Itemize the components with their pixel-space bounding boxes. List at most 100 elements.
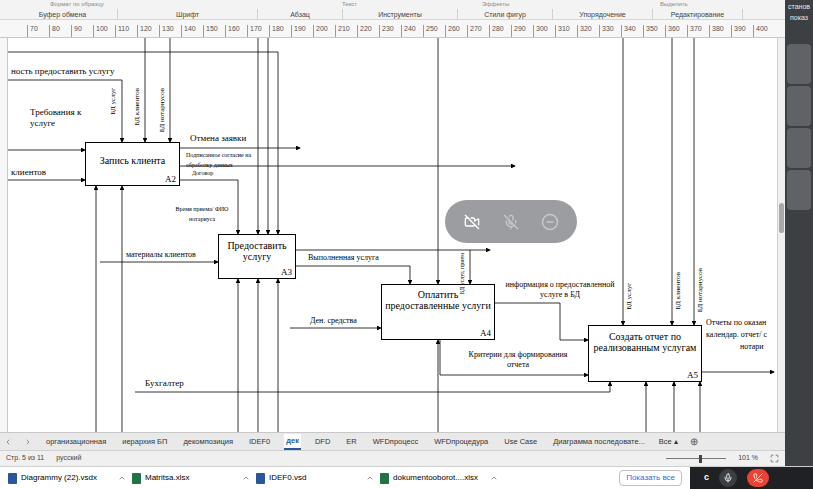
arrow-label[interactable]: Подписанное согласие на обработку данных: [186, 150, 256, 170]
sheet-tab[interactable]: декомпозиция: [181, 435, 235, 449]
arrow-line[interactable]: [8, 150, 85, 151]
ribbon-item[interactable]: Выделить: [660, 0, 740, 9]
arrow-line[interactable]: [268, 38, 269, 234]
all-sheets-button[interactable]: Все ▴: [659, 436, 678, 447]
arrow-label[interactable]: Выполненная услуга: [308, 253, 379, 263]
sheet-tab[interactable]: Use Case: [502, 435, 539, 449]
activity-box[interactable]: Оплатить предоставленные услугиA4: [381, 284, 495, 340]
arrow-line[interactable]: [470, 250, 471, 284]
arrow-line[interactable]: [170, 38, 171, 142]
arrow-line[interactable]: [296, 266, 410, 284]
chevron-icon[interactable]: [366, 474, 374, 482]
sheet-tab[interactable]: дек: [284, 434, 301, 450]
arrow-label[interactable]: Требования к услуге: [30, 107, 102, 129]
page-indicator[interactable]: Стр. 5 из 11: [6, 453, 44, 464]
sheet-tab[interactable]: иерархия БП: [120, 435, 169, 449]
arrow-label[interactable]: Бухгалтер: [145, 378, 184, 388]
arrow-label[interactable]: Отчеты по оказан: [706, 318, 766, 328]
download-item[interactable]: IDEF0.vsd: [256, 472, 374, 484]
arrow-line[interactable]: [96, 186, 97, 432]
arrow-line[interactable]: [145, 38, 146, 142]
arrow-label[interactable]: БД клиентов: [675, 272, 682, 310]
ribbon-item[interactable]: Эффекты: [482, 0, 660, 9]
arrow-line[interactable]: [438, 340, 439, 432]
chevron-icon[interactable]: [490, 474, 498, 482]
chevron-icon[interactable]: [242, 474, 250, 482]
arrow-label[interactable]: Ден. средства: [310, 316, 357, 326]
mic-toggle[interactable]: [497, 208, 525, 236]
sheet-tab[interactable]: ER: [344, 435, 358, 449]
arrow-label[interactable]: материалы клиентов: [126, 250, 196, 260]
arrow-label[interactable]: клиентов: [11, 167, 46, 177]
drawing-canvas[interactable]: Запись клиентаA2Предоставить услугуA3Опл…: [8, 38, 777, 432]
vertical-scrollbar[interactable]: [777, 38, 785, 432]
minimize-button[interactable]: [536, 208, 564, 236]
sheet-tab[interactable]: IDEF0: [247, 435, 272, 449]
arrow-line[interactable]: [258, 38, 259, 234]
sheet-tab[interactable]: организационная: [44, 435, 108, 449]
arrow-label[interactable]: Договор: [192, 168, 213, 178]
arrow-line[interactable]: [623, 38, 624, 325]
fit-page-icon[interactable]: [770, 454, 779, 463]
zoom-slider[interactable]: [666, 455, 726, 463]
arrow-line[interactable]: [694, 38, 695, 325]
zoom-level[interactable]: 101 %: [738, 453, 758, 464]
arrow-line[interactable]: [290, 328, 381, 329]
arrow-label[interactable]: БД услуг: [626, 283, 633, 310]
show-all-button[interactable]: Показать все: [619, 470, 682, 486]
arrow-label[interactable]: БД нотариусов: [159, 88, 166, 132]
arrow-line[interactable]: [8, 52, 278, 234]
ribbon-item[interactable]: Формат по образцу: [50, 0, 342, 9]
arrow-line[interactable]: [672, 38, 673, 325]
arrow-label[interactable]: Время приема/ ФИО нотариуса: [175, 204, 229, 224]
arrow-label[interactable]: БД услуг: [110, 88, 117, 115]
arrow-label[interactable]: Критерии для формирования отчета: [458, 350, 578, 370]
end-call-button[interactable]: [747, 469, 769, 487]
arrow-line[interactable]: [100, 262, 218, 263]
arrow-label[interactable]: БД услуг, прием: [459, 253, 465, 294]
arrow-label[interactable]: календар. отчет/ с: [706, 330, 767, 340]
participant-tile[interactable]: [787, 44, 811, 84]
arrow-line[interactable]: [440, 340, 588, 375]
arrow-label[interactable]: ность предоставить услугу: [11, 66, 114, 76]
arrow-line[interactable]: [495, 303, 588, 340]
participant-tile[interactable]: [787, 86, 811, 126]
arrow-line[interactable]: [438, 38, 439, 284]
sheet-tab[interactable]: WFDпроцесс: [371, 435, 420, 449]
arrow-line[interactable]: [122, 186, 123, 432]
arrow-line[interactable]: [700, 382, 701, 432]
arrow-line[interactable]: [180, 148, 300, 149]
arrow-label[interactable]: нотари: [740, 342, 764, 352]
next-sheet-icon[interactable]: [24, 438, 32, 446]
sheet-tab[interactable]: Диаграмма последовате...: [551, 435, 647, 449]
arrow-label[interactable]: БД клиентов: [134, 88, 141, 126]
activity-box[interactable]: Предоставить услугуA3: [218, 234, 296, 279]
download-item[interactable]: Diagrammy (22).vsdx: [8, 472, 126, 484]
arrow-line[interactable]: [702, 372, 774, 373]
arrow-line[interactable]: [258, 279, 259, 432]
sheet-tab[interactable]: WFDпроцедура: [432, 435, 490, 449]
sheet-tab[interactable]: DFD: [313, 435, 332, 449]
download-item[interactable]: Matritsa.xlsx: [132, 472, 250, 484]
arrow-line[interactable]: [296, 250, 490, 251]
arrow-label[interactable]: БД нотариусов: [697, 268, 704, 312]
arrow-label[interactable]: Отмена заявки: [190, 133, 246, 143]
arrow-line[interactable]: [135, 382, 610, 392]
arrow-line[interactable]: [238, 279, 239, 432]
activity-box[interactable]: Создать отчет по реализованным услугамA5: [588, 325, 702, 382]
chevron-icon[interactable]: [118, 474, 126, 482]
mic-button[interactable]: [719, 469, 737, 487]
add-sheet-button[interactable]: ⊕: [690, 434, 698, 449]
prev-sheet-icon[interactable]: [4, 438, 12, 446]
arrow-line[interactable]: [8, 180, 85, 181]
arrow-line[interactable]: [8, 80, 122, 142]
download-item[interactable]: dokumentooborot....xlsx: [380, 472, 498, 484]
scroll-thumb[interactable]: [779, 203, 784, 233]
ribbon-item[interactable]: Текст: [342, 0, 482, 9]
zoom-thumb[interactable]: [699, 455, 702, 463]
participant-tile[interactable]: [787, 170, 811, 210]
arrow-line[interactable]: [646, 382, 647, 432]
arrow-line[interactable]: [674, 382, 675, 432]
video-toggle[interactable]: [458, 208, 486, 236]
arrow-line[interactable]: [278, 279, 279, 432]
